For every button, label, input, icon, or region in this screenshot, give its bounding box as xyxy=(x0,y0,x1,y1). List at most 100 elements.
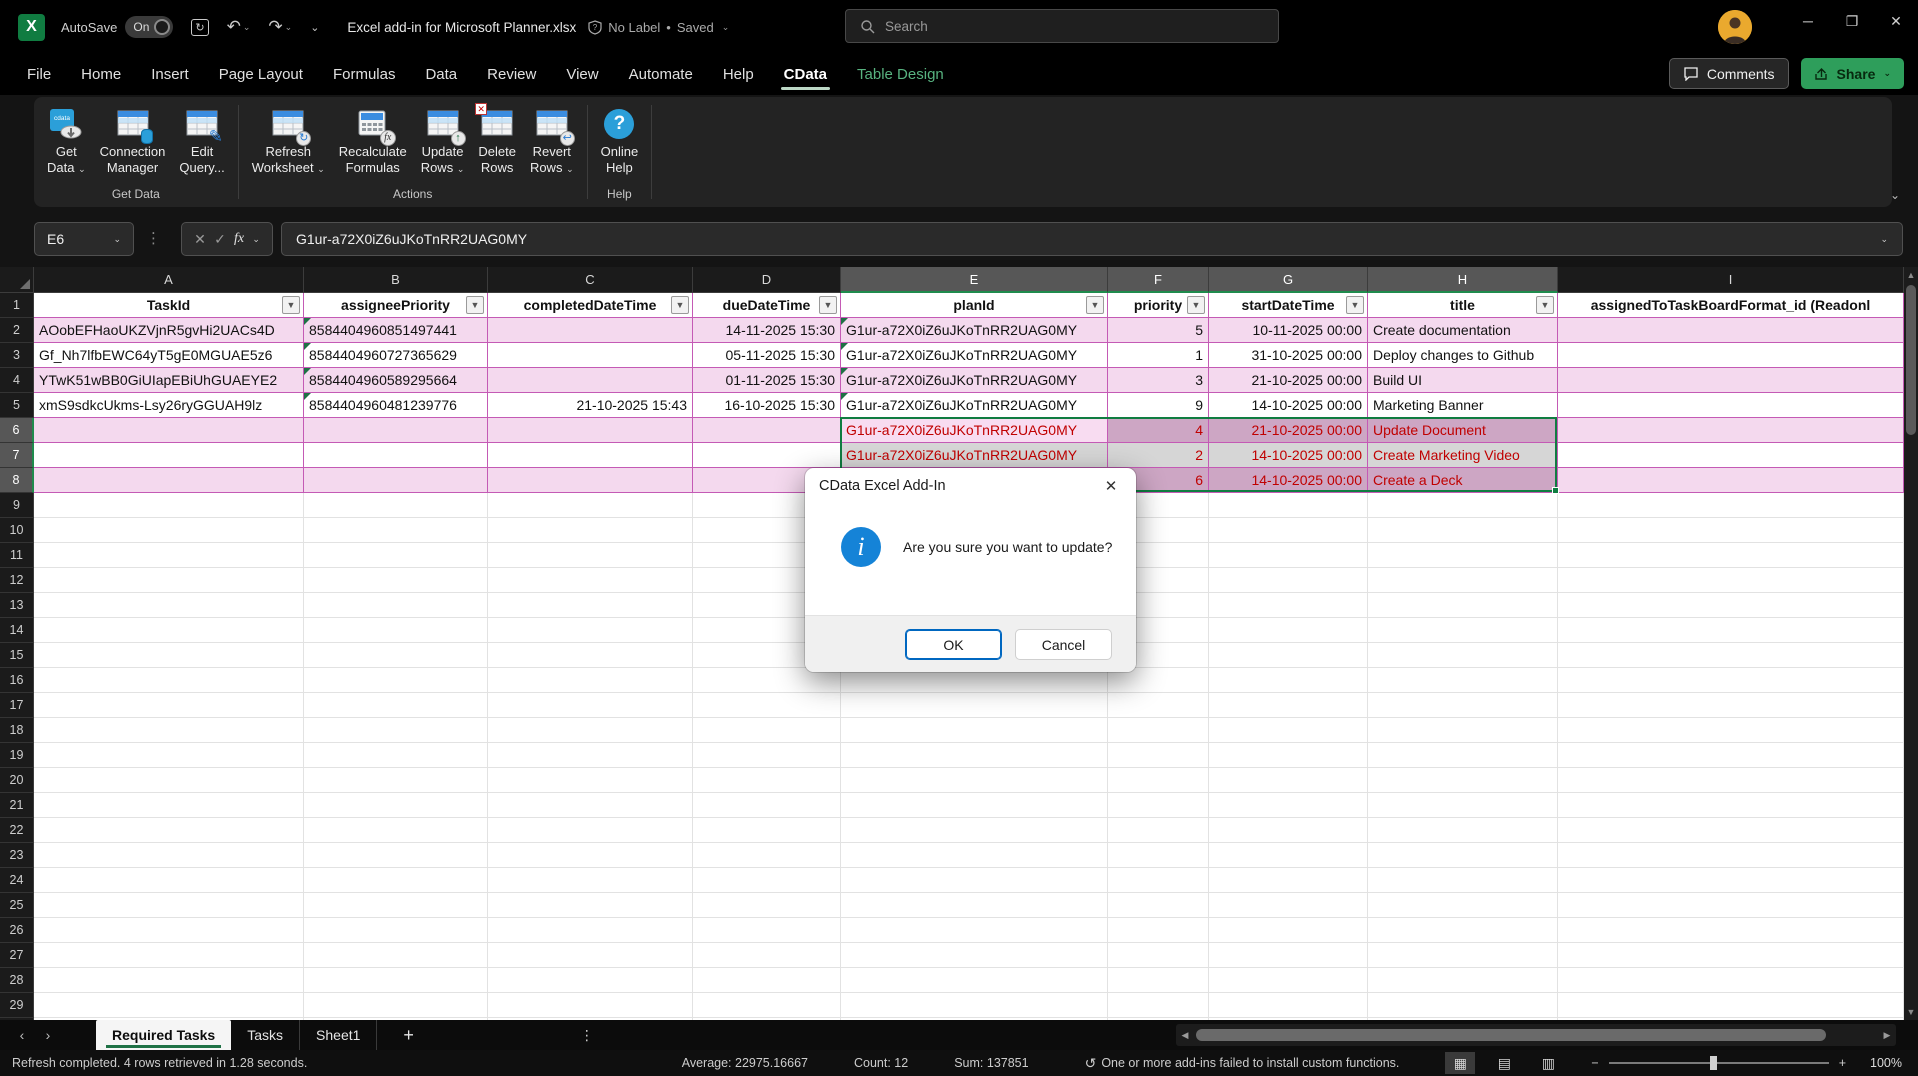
sheet-tab-sheet1[interactable]: Sheet1 xyxy=(300,1020,377,1050)
cell-I21[interactable] xyxy=(1558,793,1904,818)
row-header-24[interactable]: 24 xyxy=(0,868,34,893)
cell-G19[interactable] xyxy=(1209,743,1368,768)
cell-D23[interactable] xyxy=(693,843,841,868)
cell-I27[interactable] xyxy=(1558,943,1904,968)
online-help-button[interactable]: ?OnlineHelp xyxy=(594,103,646,181)
filter-dropdown-icon[interactable]: ▼ xyxy=(1086,296,1104,314)
cell-A11[interactable] xyxy=(34,543,304,568)
row-header-3[interactable]: 3 xyxy=(0,343,34,368)
cell-I15[interactable] xyxy=(1558,643,1904,668)
cell-I25[interactable] xyxy=(1558,893,1904,918)
cell-A9[interactable] xyxy=(34,493,304,518)
ribbon-tab-file[interactable]: File xyxy=(12,57,66,92)
cell-H17[interactable] xyxy=(1368,693,1558,718)
delete-rows-button[interactable]: ✕DeleteRows xyxy=(471,103,523,181)
cell-G28[interactable] xyxy=(1209,968,1368,993)
row-header-14[interactable]: 14 xyxy=(0,618,34,643)
cell-D19[interactable] xyxy=(693,743,841,768)
ribbon-tab-insert[interactable]: Insert xyxy=(136,57,204,92)
cell-D18[interactable] xyxy=(693,718,841,743)
cell-D24[interactable] xyxy=(693,868,841,893)
row-header-10[interactable]: 10 xyxy=(0,518,34,543)
cell-H26[interactable] xyxy=(1368,918,1558,943)
cell-H14[interactable] xyxy=(1368,618,1558,643)
row-header-29[interactable]: 29 xyxy=(0,993,34,1018)
cell-B15[interactable] xyxy=(304,643,488,668)
cell-D7[interactable] xyxy=(693,443,841,468)
row-header-8[interactable]: 8 xyxy=(0,468,34,493)
cell-C6[interactable] xyxy=(488,418,693,443)
quick-access-overflow-icon[interactable]: ⌄ xyxy=(310,21,319,34)
refresh-worksheet-button[interactable]: ↻RefreshWorksheet ⌄ xyxy=(245,103,332,181)
cell-I26[interactable] xyxy=(1558,918,1904,943)
cell-D2[interactable]: 14-11-2025 15:30 xyxy=(693,318,841,343)
sensitivity-label[interactable]: No Label xyxy=(608,20,660,35)
scroll-down-icon[interactable]: ▼ xyxy=(1904,1004,1918,1020)
row-header-20[interactable]: 20 xyxy=(0,768,34,793)
cell-H9[interactable] xyxy=(1368,493,1558,518)
cell-H12[interactable] xyxy=(1368,568,1558,593)
cell-F7[interactable]: 2 xyxy=(1108,443,1209,468)
cell-B10[interactable] xyxy=(304,518,488,543)
cell-G2[interactable]: 10-11-2025 00:00 xyxy=(1209,318,1368,343)
cell-A22[interactable] xyxy=(34,818,304,843)
cell-B27[interactable] xyxy=(304,943,488,968)
confirm-entry-icon[interactable]: ✓ xyxy=(214,231,226,248)
cell-C23[interactable] xyxy=(488,843,693,868)
cell-I8[interactable] xyxy=(1558,468,1904,493)
cell-I17[interactable] xyxy=(1558,693,1904,718)
cell-I2[interactable] xyxy=(1558,318,1904,343)
ribbon-tab-data[interactable]: Data xyxy=(410,57,472,92)
column-header-B[interactable]: B xyxy=(304,267,488,293)
cell-B11[interactable] xyxy=(304,543,488,568)
cell-H19[interactable] xyxy=(1368,743,1558,768)
vertical-scrollbar[interactable]: ▲ ▼ xyxy=(1904,267,1918,1020)
cell-I10[interactable] xyxy=(1558,518,1904,543)
cell-A6[interactable] xyxy=(34,418,304,443)
cell-B17[interactable] xyxy=(304,693,488,718)
cell-G9[interactable] xyxy=(1209,493,1368,518)
cell-G11[interactable] xyxy=(1209,543,1368,568)
cell-F4[interactable]: 3 xyxy=(1108,368,1209,393)
comments-button[interactable]: Comments xyxy=(1669,58,1789,89)
cell-E21[interactable] xyxy=(841,793,1108,818)
cell-A10[interactable] xyxy=(34,518,304,543)
cell-C4[interactable] xyxy=(488,368,693,393)
cell-I23[interactable] xyxy=(1558,843,1904,868)
undo-chevron-icon[interactable]: ⌄ xyxy=(243,22,251,33)
cell-B4[interactable]: 8584404960589295664 xyxy=(304,368,488,393)
cell-I16[interactable] xyxy=(1558,668,1904,693)
cell-G10[interactable] xyxy=(1209,518,1368,543)
row-header-5[interactable]: 5 xyxy=(0,393,34,418)
row-header-13[interactable]: 13 xyxy=(0,593,34,618)
cell-D28[interactable] xyxy=(693,968,841,993)
cell-I6[interactable] xyxy=(1558,418,1904,443)
cell-E20[interactable] xyxy=(841,768,1108,793)
cell-G20[interactable] xyxy=(1209,768,1368,793)
cell-H24[interactable] xyxy=(1368,868,1558,893)
cell-D22[interactable] xyxy=(693,818,841,843)
cell-H25[interactable] xyxy=(1368,893,1558,918)
cell-A12[interactable] xyxy=(34,568,304,593)
status-sum[interactable]: Sum: 137851 xyxy=(954,1056,1028,1070)
cell-A4[interactable]: YTwK51wBB0GiUIapEBiUhGUAEYE2 xyxy=(34,368,304,393)
cell-C28[interactable] xyxy=(488,968,693,993)
column-header-D[interactable]: D xyxy=(693,267,841,293)
update-rows-button[interactable]: ↑UpdateRows ⌄ xyxy=(414,103,472,181)
column-header-E[interactable]: E xyxy=(841,267,1108,293)
cell-A16[interactable] xyxy=(34,668,304,693)
column-header-A[interactable]: A xyxy=(34,267,304,293)
ribbon-tab-table-design[interactable]: Table Design xyxy=(842,57,959,92)
cell-D17[interactable] xyxy=(693,693,841,718)
save-icon[interactable]: ↻ xyxy=(191,19,208,36)
cell-I4[interactable] xyxy=(1558,368,1904,393)
cell-E28[interactable] xyxy=(841,968,1108,993)
recalculate-formulas-button[interactable]: fxRecalculateFormulas xyxy=(332,103,414,181)
cell-H22[interactable] xyxy=(1368,818,1558,843)
formula-bar-grip[interactable]: ⋮ xyxy=(146,229,161,247)
cell-A13[interactable] xyxy=(34,593,304,618)
row-header-11[interactable]: 11 xyxy=(0,543,34,568)
cell-G29[interactable] xyxy=(1209,993,1368,1018)
scroll-right-icon[interactable]: ▶ xyxy=(1878,1030,1896,1041)
status-count[interactable]: Count: 12 xyxy=(854,1056,908,1070)
